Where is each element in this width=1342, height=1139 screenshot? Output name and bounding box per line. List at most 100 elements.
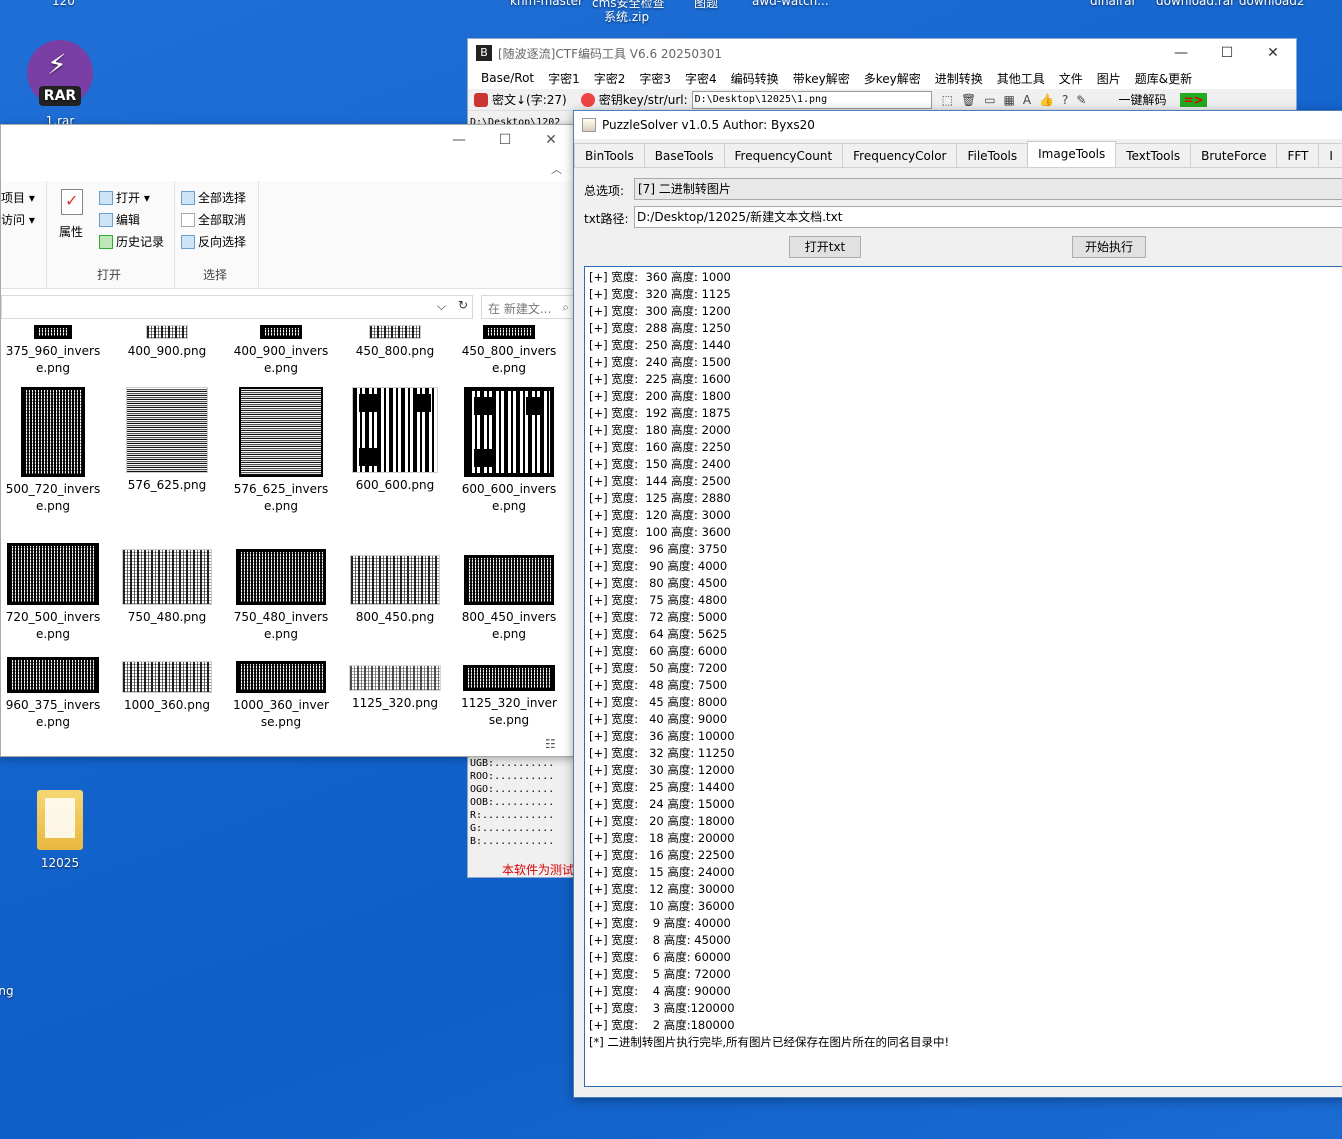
ribbon-item[interactable]: 项目 ▾ [1,189,35,206]
output-line: [+] 宽度: 192 高度: 1875 [589,406,731,420]
output-line: [+] 宽度: 60 高度: 6000 [589,644,728,658]
file-item[interactable]: 720_500_invers e.png [1,543,109,643]
file-item[interactable]: 800_450.png [339,555,451,626]
menu-item[interactable]: 其他工具 [990,70,1052,87]
txt-path-input[interactable]: D:/Desktop/12025/新建文本文档.txt [634,206,1342,228]
output-line: [+] 宽度: 144 高度: 2500 [589,474,731,488]
invert-selection-button[interactable]: 反向选择 [181,233,246,250]
select-none-button[interactable]: 全部取消 [181,211,246,228]
file-item[interactable]: 600_600.png [339,387,451,494]
ribbon-item[interactable]: 访问 ▾ [1,211,35,228]
tab-bruteforce[interactable]: BruteForce [1190,143,1278,167]
file-item[interactable]: 800_450_invers e.png [453,555,565,643]
mono-line: R:............ [470,810,555,821]
open-txt-button[interactable]: 打开txt [789,236,861,258]
minimize-icon[interactable]: — [1158,45,1204,61]
run-button[interactable]: 开始执行 [1072,236,1146,258]
puzzlesolver-window: PuzzleSolver v1.0.5 Author: Byxs20 BinTo… [573,110,1342,1098]
menu-item[interactable]: 字密4 [678,70,724,87]
file-item[interactable]: 576_625.png [111,387,223,494]
address-bar[interactable]: ⌵ ↻ [1,295,473,319]
open-label: 打开 ▾ [116,191,150,205]
file-item[interactable]: 1125_320_inver se.png [453,665,565,729]
file-item[interactable]: 1000_360.png [111,661,223,714]
menu-item[interactable]: 编码转换 [724,70,786,87]
key-input[interactable] [691,90,932,109]
tab-basetools[interactable]: BaseTools [643,143,725,167]
menu-item[interactable]: 题库&更新 [1128,70,1199,87]
tab-texttools[interactable]: TextTools [1115,143,1192,167]
thumbnail [483,325,535,339]
maximize-icon[interactable]: ☐ [1204,45,1250,61]
output-line: [+] 宽度: 288 高度: 1250 [589,321,731,335]
file-item[interactable]: 1000_360_inver se.png [225,661,337,731]
tab-bintools[interactable]: BinTools [574,143,645,167]
minimize-icon[interactable]: — [436,132,482,148]
file-item[interactable]: 960_375_invers e.png [1,657,109,731]
tab-imagetools[interactable]: ImageTools [1027,141,1117,167]
menu-item[interactable]: 带key解密 [786,70,857,87]
thumbnail [7,657,99,693]
tab-more[interactable]: I [1318,143,1342,167]
file-name: 1000_360.png [123,698,211,712]
file-item[interactable]: 450_800_invers e.png [453,325,565,377]
chevron-down-icon[interactable]: ⌵ [437,299,446,314]
decode-button[interactable]: 一键解码 [1104,91,1180,108]
file-item[interactable]: 400_900.png [111,325,223,360]
invert-selection-icon [181,234,195,249]
menu-item[interactable]: 图片 [1090,70,1128,87]
maximize-icon[interactable]: ☐ [482,132,528,148]
output-line: [+] 宽度: 10 高度: 36000 [589,899,735,913]
output-line: [+] 宽度: 80 高度: 4500 [589,576,728,590]
menu-item[interactable]: 字密1 [541,70,587,87]
output-log[interactable]: [+] 宽度: 360 高度: 1000 [+] 宽度: 320 高度: 1125… [584,266,1342,1087]
desktop-label: 图题 [694,0,719,10]
file-item[interactable]: 450_800.png [339,325,451,360]
menu-item[interactable]: 字密3 [632,70,678,87]
file-name: 400_900.png [127,344,207,358]
view-mode-icon[interactable]: ☷ [545,737,556,751]
menu-item[interactable]: 进制转换 [928,70,990,87]
menu-item[interactable]: 多key解密 [857,70,928,87]
file-item[interactable]: 750_480.png [111,549,223,626]
output-line: [+] 宽度: 250 高度: 1440 [589,338,731,352]
properties-button[interactable]: 属性 [59,223,83,240]
desktop-icon-rar[interactable]: ⚡ RAR 1.rar [20,40,100,128]
file-name: 400_900_invers e.png [233,344,329,375]
close-icon[interactable]: ✕ [1250,45,1296,61]
ribbon-collapse-icon[interactable]: ︿ [551,161,562,177]
ctf-output: UGB:.......... ROO:.......... OGO:......… [470,757,554,848]
file-item[interactable]: 400_900_invers e.png [225,325,337,377]
tab-frequencycount[interactable]: FrequencyCount [723,143,844,167]
edit-button[interactable]: 编辑 [99,211,140,228]
menu-item[interactable]: Base/Rot [474,71,541,85]
file-item[interactable]: 1125_320.png [339,665,451,712]
close-icon[interactable]: ✕ [528,132,574,148]
tab-frequencycolor[interactable]: FrequencyColor [842,143,958,167]
open-button[interactable]: 打开 ▾ [99,189,150,206]
desktop-icon-folder[interactable]: 12025 [20,790,100,870]
file-item[interactable]: 500_720_invers e.png [1,387,109,515]
arrow-icon[interactable]: => [1180,92,1207,107]
refresh-icon[interactable]: ↻ [458,298,468,312]
menu-item[interactable]: 字密2 [587,70,633,87]
desktop-icon-partial[interactable]: ng [0,984,46,998]
file-item[interactable]: 375_960_invers e.png [1,325,109,377]
file-item[interactable]: 750_480_invers e.png [225,549,337,643]
tab-filetools[interactable]: FileTools [956,143,1029,167]
output-line: [+] 宽度: 90 高度: 4000 [589,559,728,573]
winrar-icon: ⚡ RAR [27,40,93,106]
ribbon-caption: 打开 [97,268,122,282]
search-input[interactable]: 在 新建文... ⌕ [481,295,574,319]
tab-fft[interactable]: FFT [1276,143,1320,167]
toolbar-icons[interactable]: ⬚🗑▭▦A👍?✎ [942,93,1095,107]
history-button[interactable]: 历史记录 [99,233,164,250]
output-line: [+] 宽度: 18 高度: 20000 [589,831,735,845]
output-line: [+] 宽度: 5 高度: 72000 [589,967,731,981]
file-item[interactable]: 576_625_invers e.png [225,387,337,515]
thumbnail [34,325,72,339]
select-all-button[interactable]: 全部选择 [181,189,246,206]
file-item[interactable]: 600_600_invers e.png [453,387,565,515]
menu-item[interactable]: 文件 [1052,70,1090,87]
option-select[interactable]: [7] 二进制转图片 [634,178,1342,200]
